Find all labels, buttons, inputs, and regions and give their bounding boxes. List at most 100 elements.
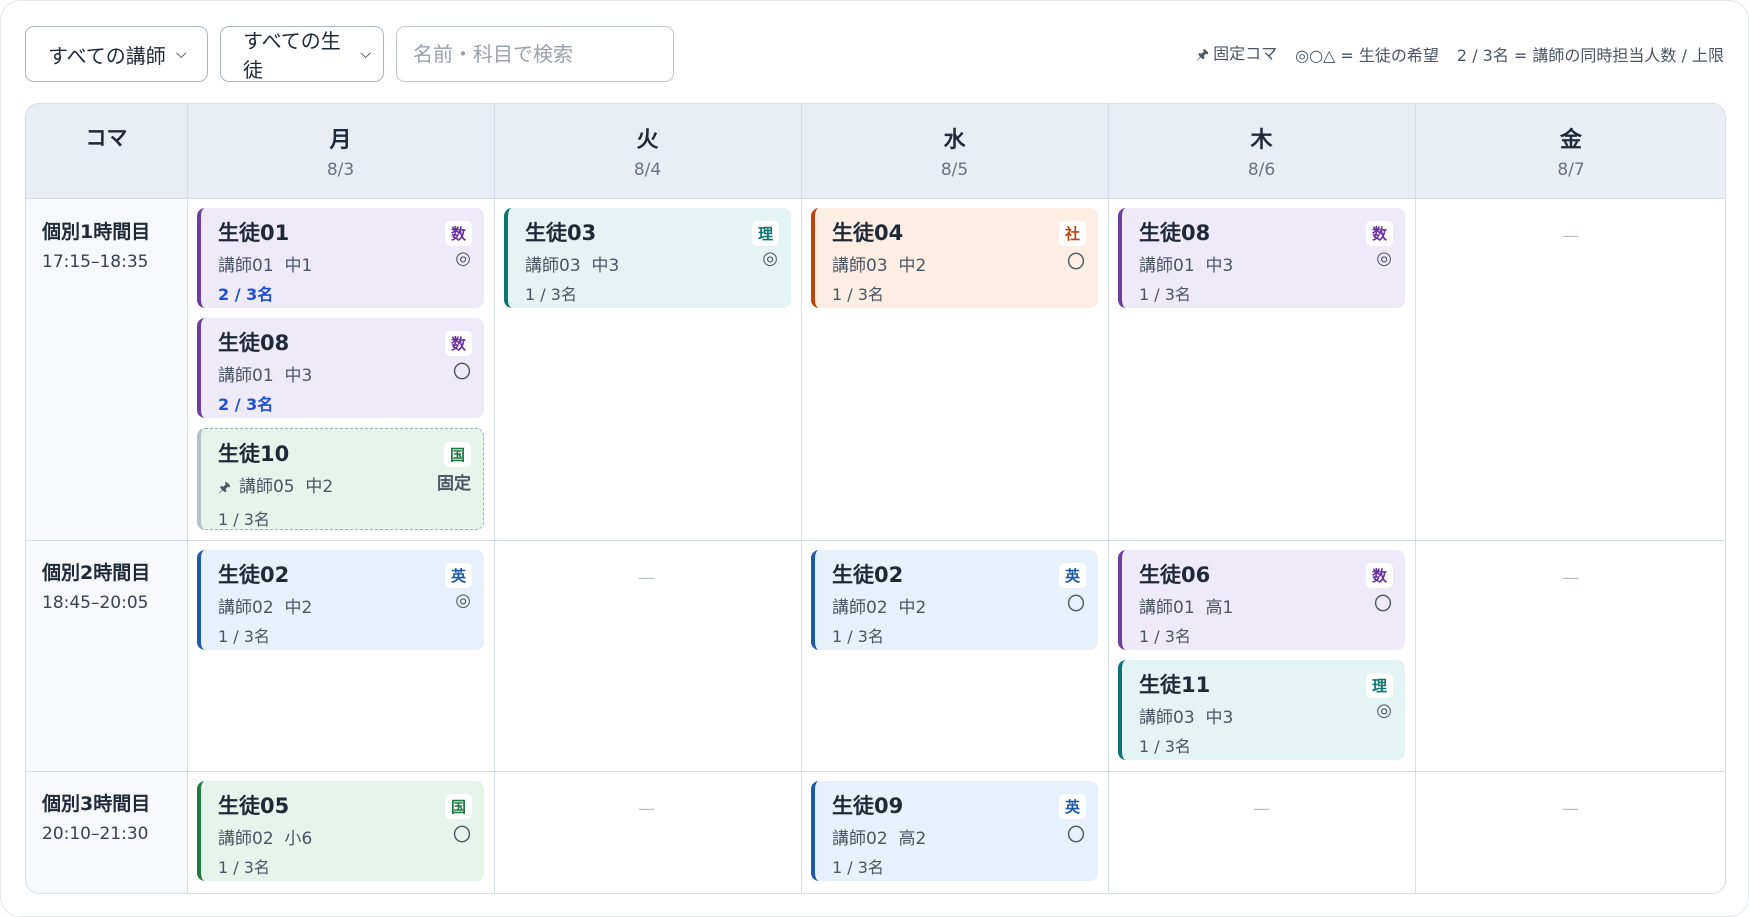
search-input[interactable] [396, 26, 674, 82]
student-name: 生徒02 [832, 563, 904, 587]
teacher-grade: 講師01 中1 [218, 251, 470, 276]
period-name: 個別3時間目 [42, 793, 151, 815]
student-name: 生徒08 [218, 331, 290, 355]
row-divider [26, 771, 1725, 772]
lesson-card[interactable]: 生徒01 講師01 中1 2 / 3名 数 ◎ [197, 208, 484, 308]
teacher-name: 講師05 [238, 477, 295, 497]
lesson-card[interactable]: 生徒08 講師01 中3 1 / 3名 数 ◎ [1118, 208, 1405, 308]
subject-badge: 国 [444, 794, 472, 819]
legend-pref: ◎○△ = 生徒の希望 [1295, 46, 1439, 65]
capacity: 1 / 3名 [218, 627, 270, 646]
period-time: 17:15–18:35 [42, 252, 149, 272]
corner-label: コマ [85, 126, 128, 150]
lesson-card[interactable]: 生徒02 講師02 中2 1 / 3名 英 〇 [811, 550, 1098, 650]
lesson-card[interactable]: 生徒03 講師03 中3 1 / 3名 理 ◎ [504, 208, 791, 308]
column-divider [1108, 104, 1109, 893]
subject-badge: 理 [1365, 673, 1393, 698]
grade: 中1 [284, 256, 313, 276]
teacher-grade: 講師03 中3 [1139, 703, 1391, 728]
day-label: 水 [943, 128, 966, 153]
preference-mark: ◎ [455, 248, 471, 269]
capacity: 1 / 3名 [832, 627, 884, 646]
teacher-name: 講師03 [1139, 708, 1195, 728]
day-label: 金 [1559, 128, 1582, 153]
capacity: 1 / 3名 [525, 285, 577, 304]
student-name: 生徒08 [1139, 221, 1211, 245]
day-date: 8/5 [940, 160, 969, 180]
row-divider [26, 540, 1725, 541]
day-header-mon: 月 8/3 [187, 104, 494, 199]
teacher-name: 講師02 [218, 829, 274, 849]
period-3: 個別3時間目 20:10–21:30 [42, 789, 150, 844]
period-1: 個別1時間目 17:15–18:35 [42, 217, 150, 272]
grade: 中2 [898, 598, 927, 618]
student-name: 生徒10 [218, 442, 290, 466]
capacity: 1 / 3名 [832, 858, 884, 877]
preference-mark: 〇 [453, 362, 471, 383]
capacity: 1 / 3名 [218, 510, 270, 529]
period-2: 個別2時間目 18:45–20:05 [42, 558, 150, 613]
day-label: 木 [1250, 128, 1273, 153]
capacity: 2 / 3名 [218, 285, 274, 304]
preference-mark: 〇 [1374, 594, 1392, 615]
lesson-card[interactable]: 生徒05 講師02 小6 1 / 3名 国 〇 [197, 781, 484, 881]
capacity: 2 / 3名 [218, 395, 274, 414]
fixed-label: 固定 [437, 474, 471, 494]
pin-icon: 🖈 [1196, 47, 1210, 63]
day-header-thu: 木 8/6 [1108, 104, 1415, 199]
legend-fixed: 🖈 固定コマ [1196, 40, 1277, 68]
teacher-name: 講師01 [1139, 256, 1195, 276]
preference-mark: ◎ [762, 248, 778, 269]
legend-fixed-label: 固定コマ [1213, 44, 1278, 63]
teacher-grade: 講師02 小6 [218, 824, 470, 849]
grade: 中3 [284, 366, 313, 386]
period-name: 個別1時間目 [42, 221, 151, 243]
pin-icon: 🖈 [218, 480, 231, 496]
day-label: 火 [636, 128, 659, 153]
fixed-lesson-card[interactable]: 生徒10 🖈 講師05 中2 1 / 3名 国 固定 [197, 428, 484, 530]
toolbar: すべての講師 ⌵ すべての生徒 ⌵ 🖈固定コマ ◎○△ = 生徒の希望 2 / … [25, 26, 1724, 82]
legend-capacity: 2 / 3名 = 講師の同時担当人数 / 上限 [1456, 46, 1724, 65]
empty-slot: — [638, 799, 655, 819]
period-time: 20:10–21:30 [42, 824, 149, 844]
teacher-filter-select[interactable]: すべての講師 ⌵ [25, 26, 208, 82]
day-date: 8/4 [633, 160, 662, 180]
student-name: 生徒01 [218, 221, 290, 245]
grade: 中3 [1205, 708, 1234, 728]
day-date: 8/3 [326, 160, 355, 180]
grade: 高1 [1205, 598, 1234, 618]
grade: 中2 [284, 598, 313, 618]
student-name: 生徒03 [525, 221, 597, 245]
teacher-grade: 講師02 中2 [218, 593, 470, 618]
legend: 🖈 固定コマ ◎○△ = 生徒の希望 2 / 3名 = 講師の同時担当人数 / 上… [1196, 40, 1724, 68]
lesson-card[interactable]: 生徒11 講師03 中3 1 / 3名 理 ◎ [1118, 660, 1405, 760]
subject-badge: 数 [1365, 221, 1393, 246]
empty-slot: — [638, 568, 655, 588]
lesson-card[interactable]: 生徒04 講師03 中2 1 / 3名 社 〇 [811, 208, 1098, 308]
preference-mark: ◎ [1376, 700, 1392, 721]
lesson-card[interactable]: 生徒08 講師01 中3 2 / 3名 数 〇 [197, 318, 484, 418]
lesson-card[interactable]: 生徒09 講師02 高2 1 / 3名 英 〇 [811, 781, 1098, 881]
student-filter-select[interactable]: すべての生徒 ⌵ [220, 26, 384, 82]
empty-slot: — [1253, 799, 1270, 819]
corner-header: コマ [26, 104, 187, 199]
teacher-name: 講師02 [832, 598, 888, 618]
subject-badge: 数 [1365, 563, 1393, 588]
student-name: 生徒11 [1139, 673, 1211, 697]
student-name: 生徒02 [218, 563, 290, 587]
grade: 中3 [1205, 256, 1234, 276]
day-header-fri: 金 8/7 [1415, 104, 1725, 199]
lesson-card[interactable]: 生徒02 講師02 中2 1 / 3名 英 ◎ [197, 550, 484, 650]
teacher-grade: 講師02 中2 [832, 593, 1084, 618]
teacher-name: 講師02 [832, 829, 888, 849]
teacher-grade: 講師01 中3 [218, 361, 470, 386]
period-name: 個別2時間目 [42, 562, 151, 584]
day-date: 8/7 [1557, 160, 1585, 180]
preference-mark: 〇 [453, 825, 471, 846]
capacity: 1 / 3名 [218, 858, 270, 877]
column-divider [187, 104, 188, 893]
empty-slot: — [1562, 799, 1579, 819]
column-divider [494, 104, 495, 893]
teacher-name: 講師01 [1139, 598, 1195, 618]
lesson-card[interactable]: 生徒06 講師01 高1 1 / 3名 数 〇 [1118, 550, 1405, 650]
